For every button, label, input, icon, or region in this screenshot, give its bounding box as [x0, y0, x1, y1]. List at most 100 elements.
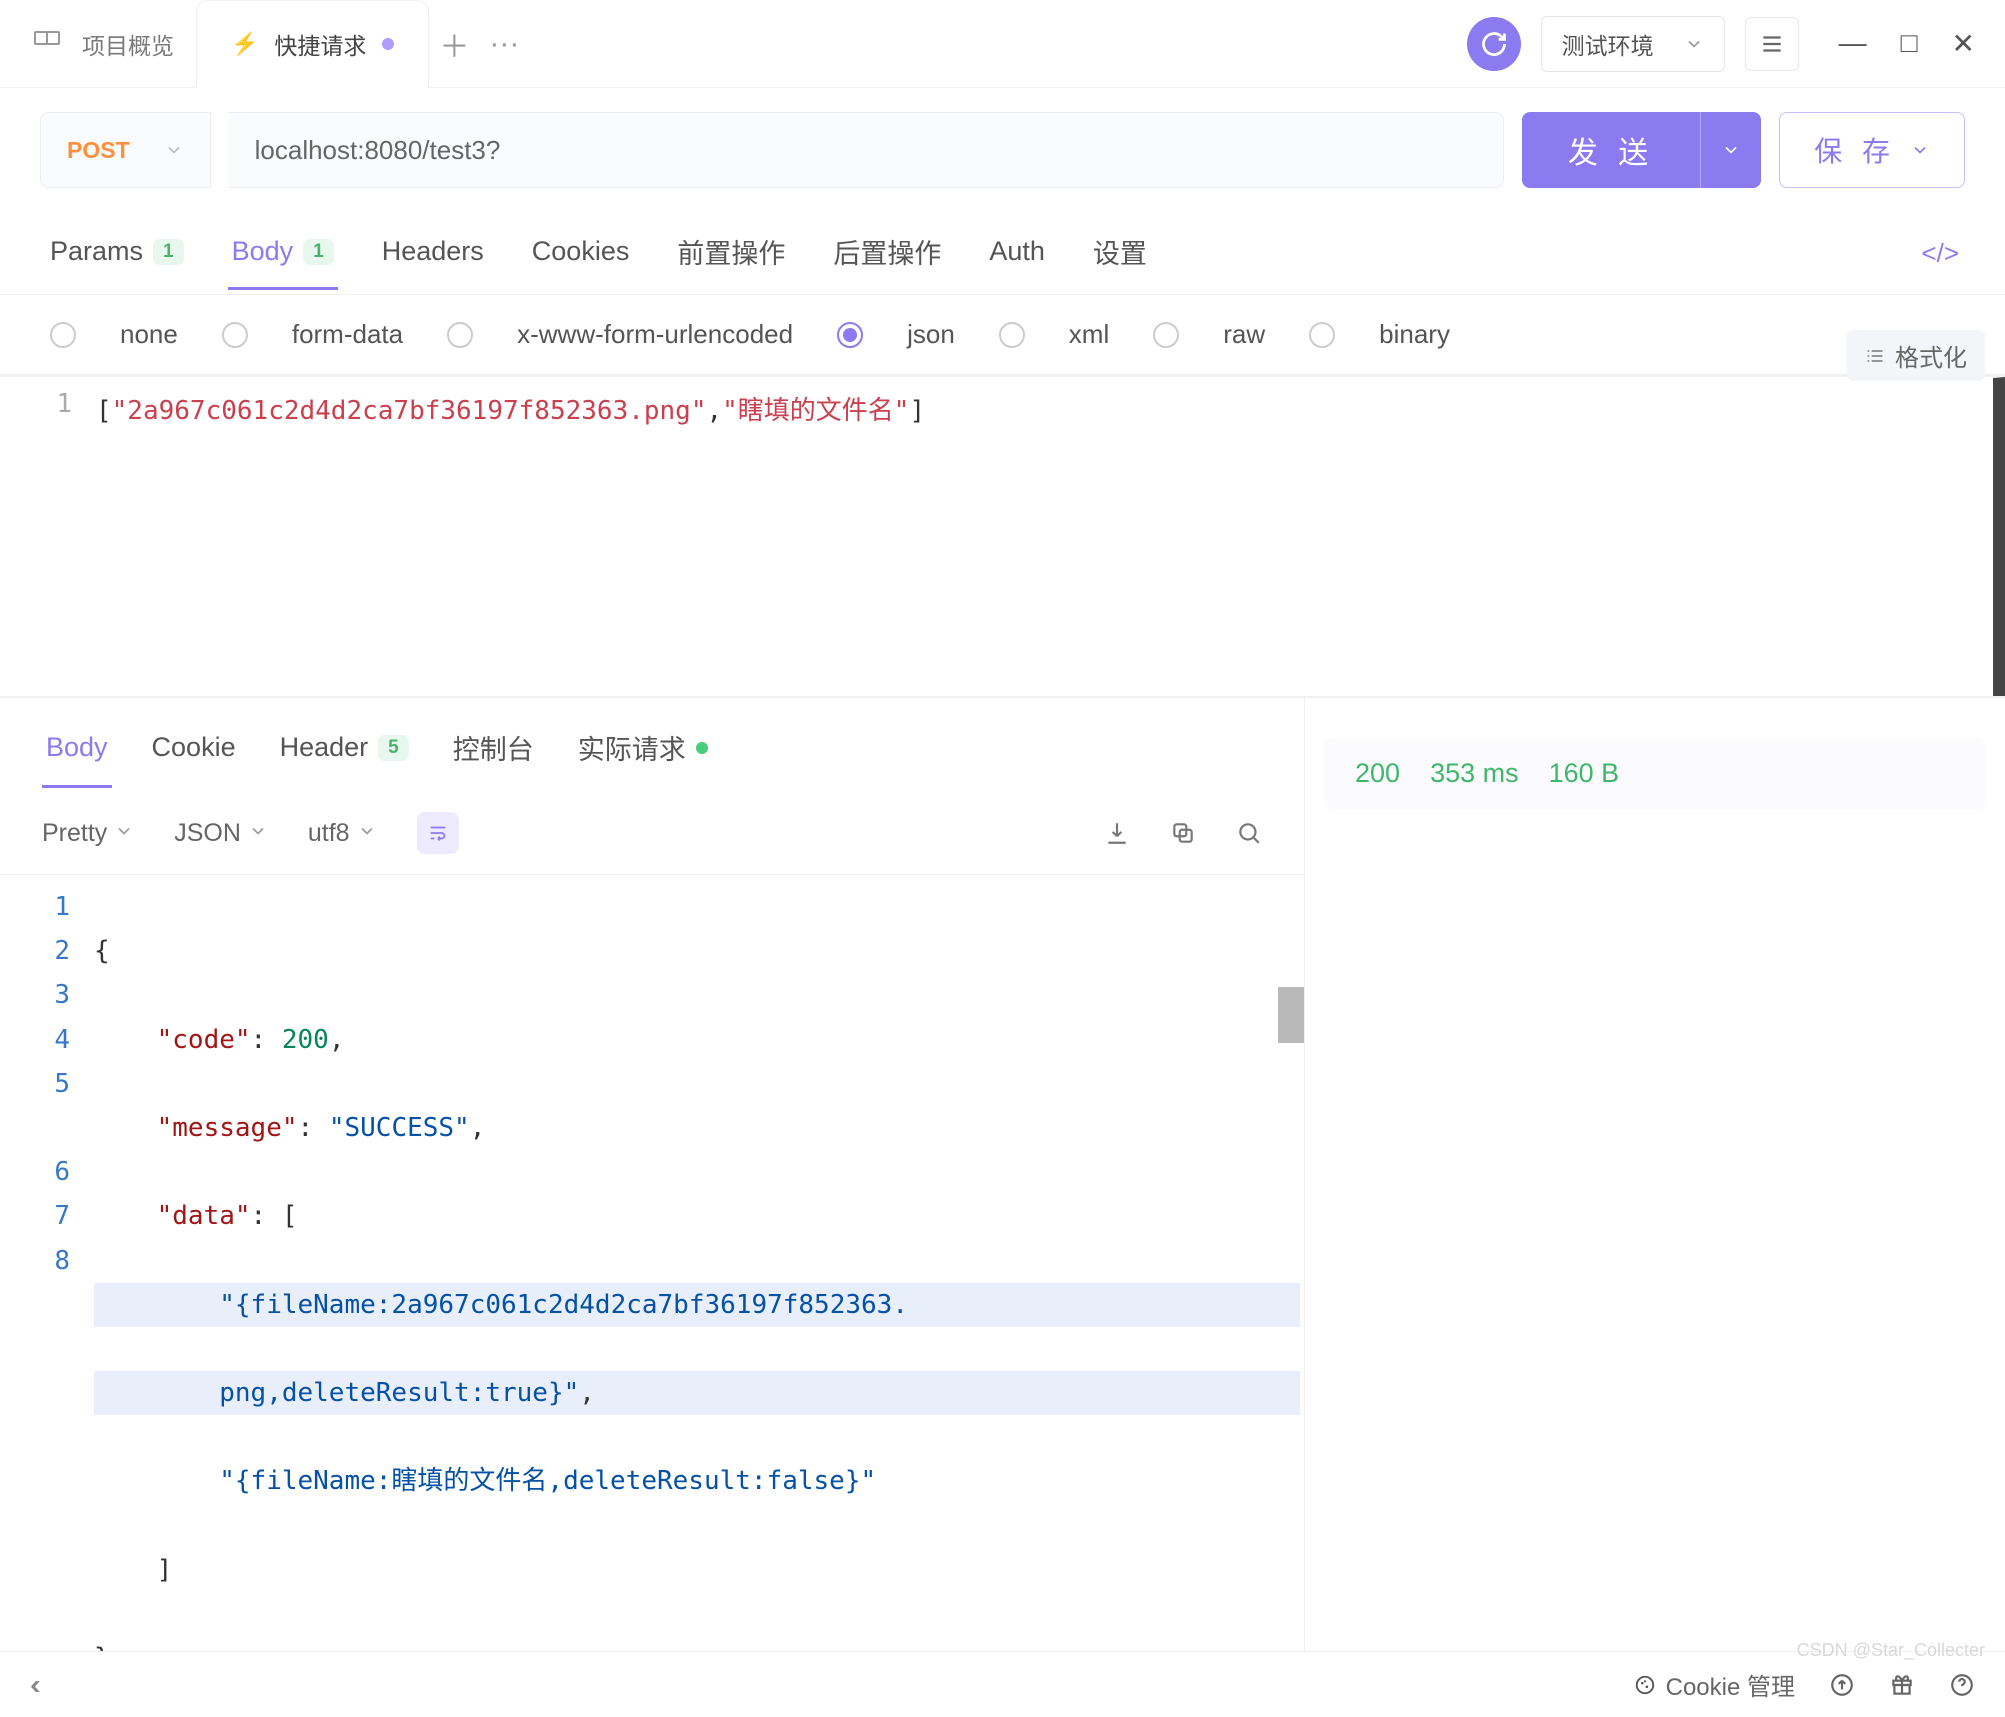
format-button[interactable]: 格式化 [1847, 330, 1985, 381]
request-bar: POST localhost:8080/test3? 发 送 保 存 [0, 88, 2005, 212]
tab-label: 快捷请求 [274, 27, 366, 61]
search-button[interactable] [1236, 820, 1262, 846]
settings-button[interactable] [1745, 17, 1799, 71]
tab-post-script[interactable]: 后置操作 [829, 212, 945, 294]
tab-pre-script[interactable]: 前置操作 [673, 212, 789, 294]
response-size: 160 B [1549, 758, 1620, 789]
window-controls: 测试环境 — □ ✕ [1467, 16, 1993, 72]
tab-params[interactable]: Params 1 [46, 216, 188, 290]
copy-button[interactable] [1170, 820, 1196, 846]
body-code[interactable]: ["2a967c061c2d4d2ca7bf36197f852363.png",… [90, 377, 2005, 696]
overview-tab[interactable]: 项目概览 [12, 27, 196, 61]
chevron-down-icon [357, 821, 377, 841]
upload-button[interactable] [1829, 1672, 1855, 1698]
download-button[interactable] [1104, 820, 1130, 846]
response-stats: 200 353 ms 160 B [1305, 698, 2005, 1651]
download-icon [1104, 820, 1130, 846]
body-badge: 1 [303, 239, 334, 265]
response-gutter: 12345 678 [0, 875, 90, 1651]
chevron-down-icon [1684, 34, 1704, 54]
refresh-icon [1480, 30, 1508, 58]
resp-tab-body[interactable]: Body [42, 722, 112, 788]
bolt-icon: ⚡ [231, 31, 258, 57]
close-button[interactable]: ✕ [1952, 27, 1975, 60]
tab-quick-request[interactable]: ⚡ 快捷请求 [196, 0, 429, 88]
status-code: 200 [1355, 758, 1400, 789]
upload-icon [1829, 1672, 1855, 1698]
help-icon [1949, 1672, 1975, 1698]
wrap-toggle-button[interactable] [417, 812, 459, 854]
menu-icon [1759, 31, 1785, 57]
minimize-button[interactable]: — [1839, 27, 1867, 60]
method-label: POST [67, 137, 130, 164]
chevron-down-icon [1721, 140, 1741, 160]
tab-auth[interactable]: Auth [985, 216, 1049, 290]
header-badge: 5 [378, 735, 409, 761]
request-tabs: Params 1 Body 1 Headers Cookies 前置操作 后置操… [0, 212, 2005, 295]
resp-tab-console[interactable]: 控制台 [449, 718, 538, 792]
params-badge: 1 [153, 239, 184, 265]
cookie-manage-button[interactable]: Cookie 管理 [1634, 1667, 1795, 1702]
save-button[interactable]: 保 存 [1779, 112, 1965, 188]
method-select[interactable]: POST [40, 112, 211, 188]
radio-binary[interactable] [1309, 322, 1335, 348]
wrap-icon [427, 822, 449, 844]
radio-json[interactable] [837, 322, 863, 348]
body-type-radio-group: none form-data x-www-form-urlencoded jso… [0, 295, 2005, 375]
env-label: 测试环境 [1562, 27, 1654, 61]
maximize-button[interactable]: □ [1901, 27, 1918, 60]
tab-more-button[interactable]: ··· [479, 27, 529, 61]
cookie-icon [1634, 1674, 1656, 1696]
line-gutter: 1 [0, 377, 90, 696]
help-button[interactable] [1949, 1672, 1975, 1698]
chevron-down-icon [1910, 140, 1930, 160]
tab-settings[interactable]: 设置 [1089, 212, 1151, 294]
footer-bar: ‹‹ Cookie 管理 [0, 1651, 2005, 1717]
url-input[interactable]: localhost:8080/test3? [229, 112, 1504, 188]
resp-tab-cookie[interactable]: Cookie [148, 722, 240, 788]
search-icon [1236, 820, 1262, 846]
lang-select[interactable]: JSON [174, 819, 268, 848]
tab-cookies[interactable]: Cookies [528, 216, 634, 290]
response-time: 353 ms [1430, 758, 1519, 789]
refresh-button[interactable] [1467, 17, 1521, 71]
chevron-down-icon [248, 821, 268, 841]
radio-formdata[interactable] [222, 322, 248, 348]
unsaved-indicator-icon [382, 38, 394, 50]
body-editor[interactable]: 1 ["2a967c061c2d4d2ca7bf36197f852363.png… [0, 376, 2005, 696]
collapse-sidebar-button[interactable]: ‹‹ [30, 1669, 33, 1701]
tab-headers[interactable]: Headers [378, 216, 488, 290]
grid-icon [34, 31, 60, 57]
copy-icon [1170, 820, 1196, 846]
radio-raw[interactable] [1153, 322, 1179, 348]
response-left: Body Cookie Header 5 控制台 实际请求 Pretty JSO… [0, 698, 1305, 1651]
radio-xml[interactable] [999, 322, 1025, 348]
watermark: CSDN @Star_Collecter [1797, 1640, 1985, 1661]
radio-none[interactable] [50, 322, 76, 348]
gift-icon [1889, 1672, 1915, 1698]
response-body-editor[interactable]: 12345 678 { "code": 200, "message": "SUC… [0, 874, 1304, 1651]
new-tab-button[interactable]: ＋ [429, 22, 479, 66]
body-editor-area: 格式化 1 ["2a967c061c2d4d2ca7bf36197f852363… [0, 375, 2005, 696]
overview-label: 项目概览 [82, 27, 174, 61]
view-mode-select[interactable]: Pretty [42, 819, 134, 848]
align-icon [1865, 346, 1885, 366]
response-toolbar: Pretty JSON utf8 [0, 792, 1304, 874]
gift-button[interactable] [1889, 1672, 1915, 1698]
radio-xwww[interactable] [447, 322, 473, 348]
response-tabs: Body Cookie Header 5 控制台 实际请求 [0, 698, 1304, 792]
environment-select[interactable]: 测试环境 [1541, 16, 1725, 72]
chevron-down-icon [164, 140, 184, 160]
resp-tab-actual[interactable]: 实际请求 [574, 718, 712, 792]
code-snippet-button[interactable]: </> [1921, 238, 1959, 269]
resp-tab-header[interactable]: Header 5 [276, 722, 413, 788]
send-dropdown[interactable] [1700, 112, 1761, 188]
send-button[interactable]: 发 送 [1522, 112, 1761, 188]
encoding-select[interactable]: utf8 [308, 819, 377, 848]
response-panel: Body Cookie Header 5 控制台 实际请求 Pretty JSO… [0, 696, 2005, 1651]
tab-body[interactable]: Body 1 [228, 216, 338, 290]
response-code: { "code": 200, "message": "SUCCESS", "da… [90, 875, 1304, 1651]
scrollbar-thumb[interactable] [1278, 987, 1304, 1043]
app-tabbar: 项目概览 ⚡ 快捷请求 ＋ ··· 测试环境 — □ ✕ [0, 0, 2005, 88]
status-dot-icon [696, 742, 708, 754]
